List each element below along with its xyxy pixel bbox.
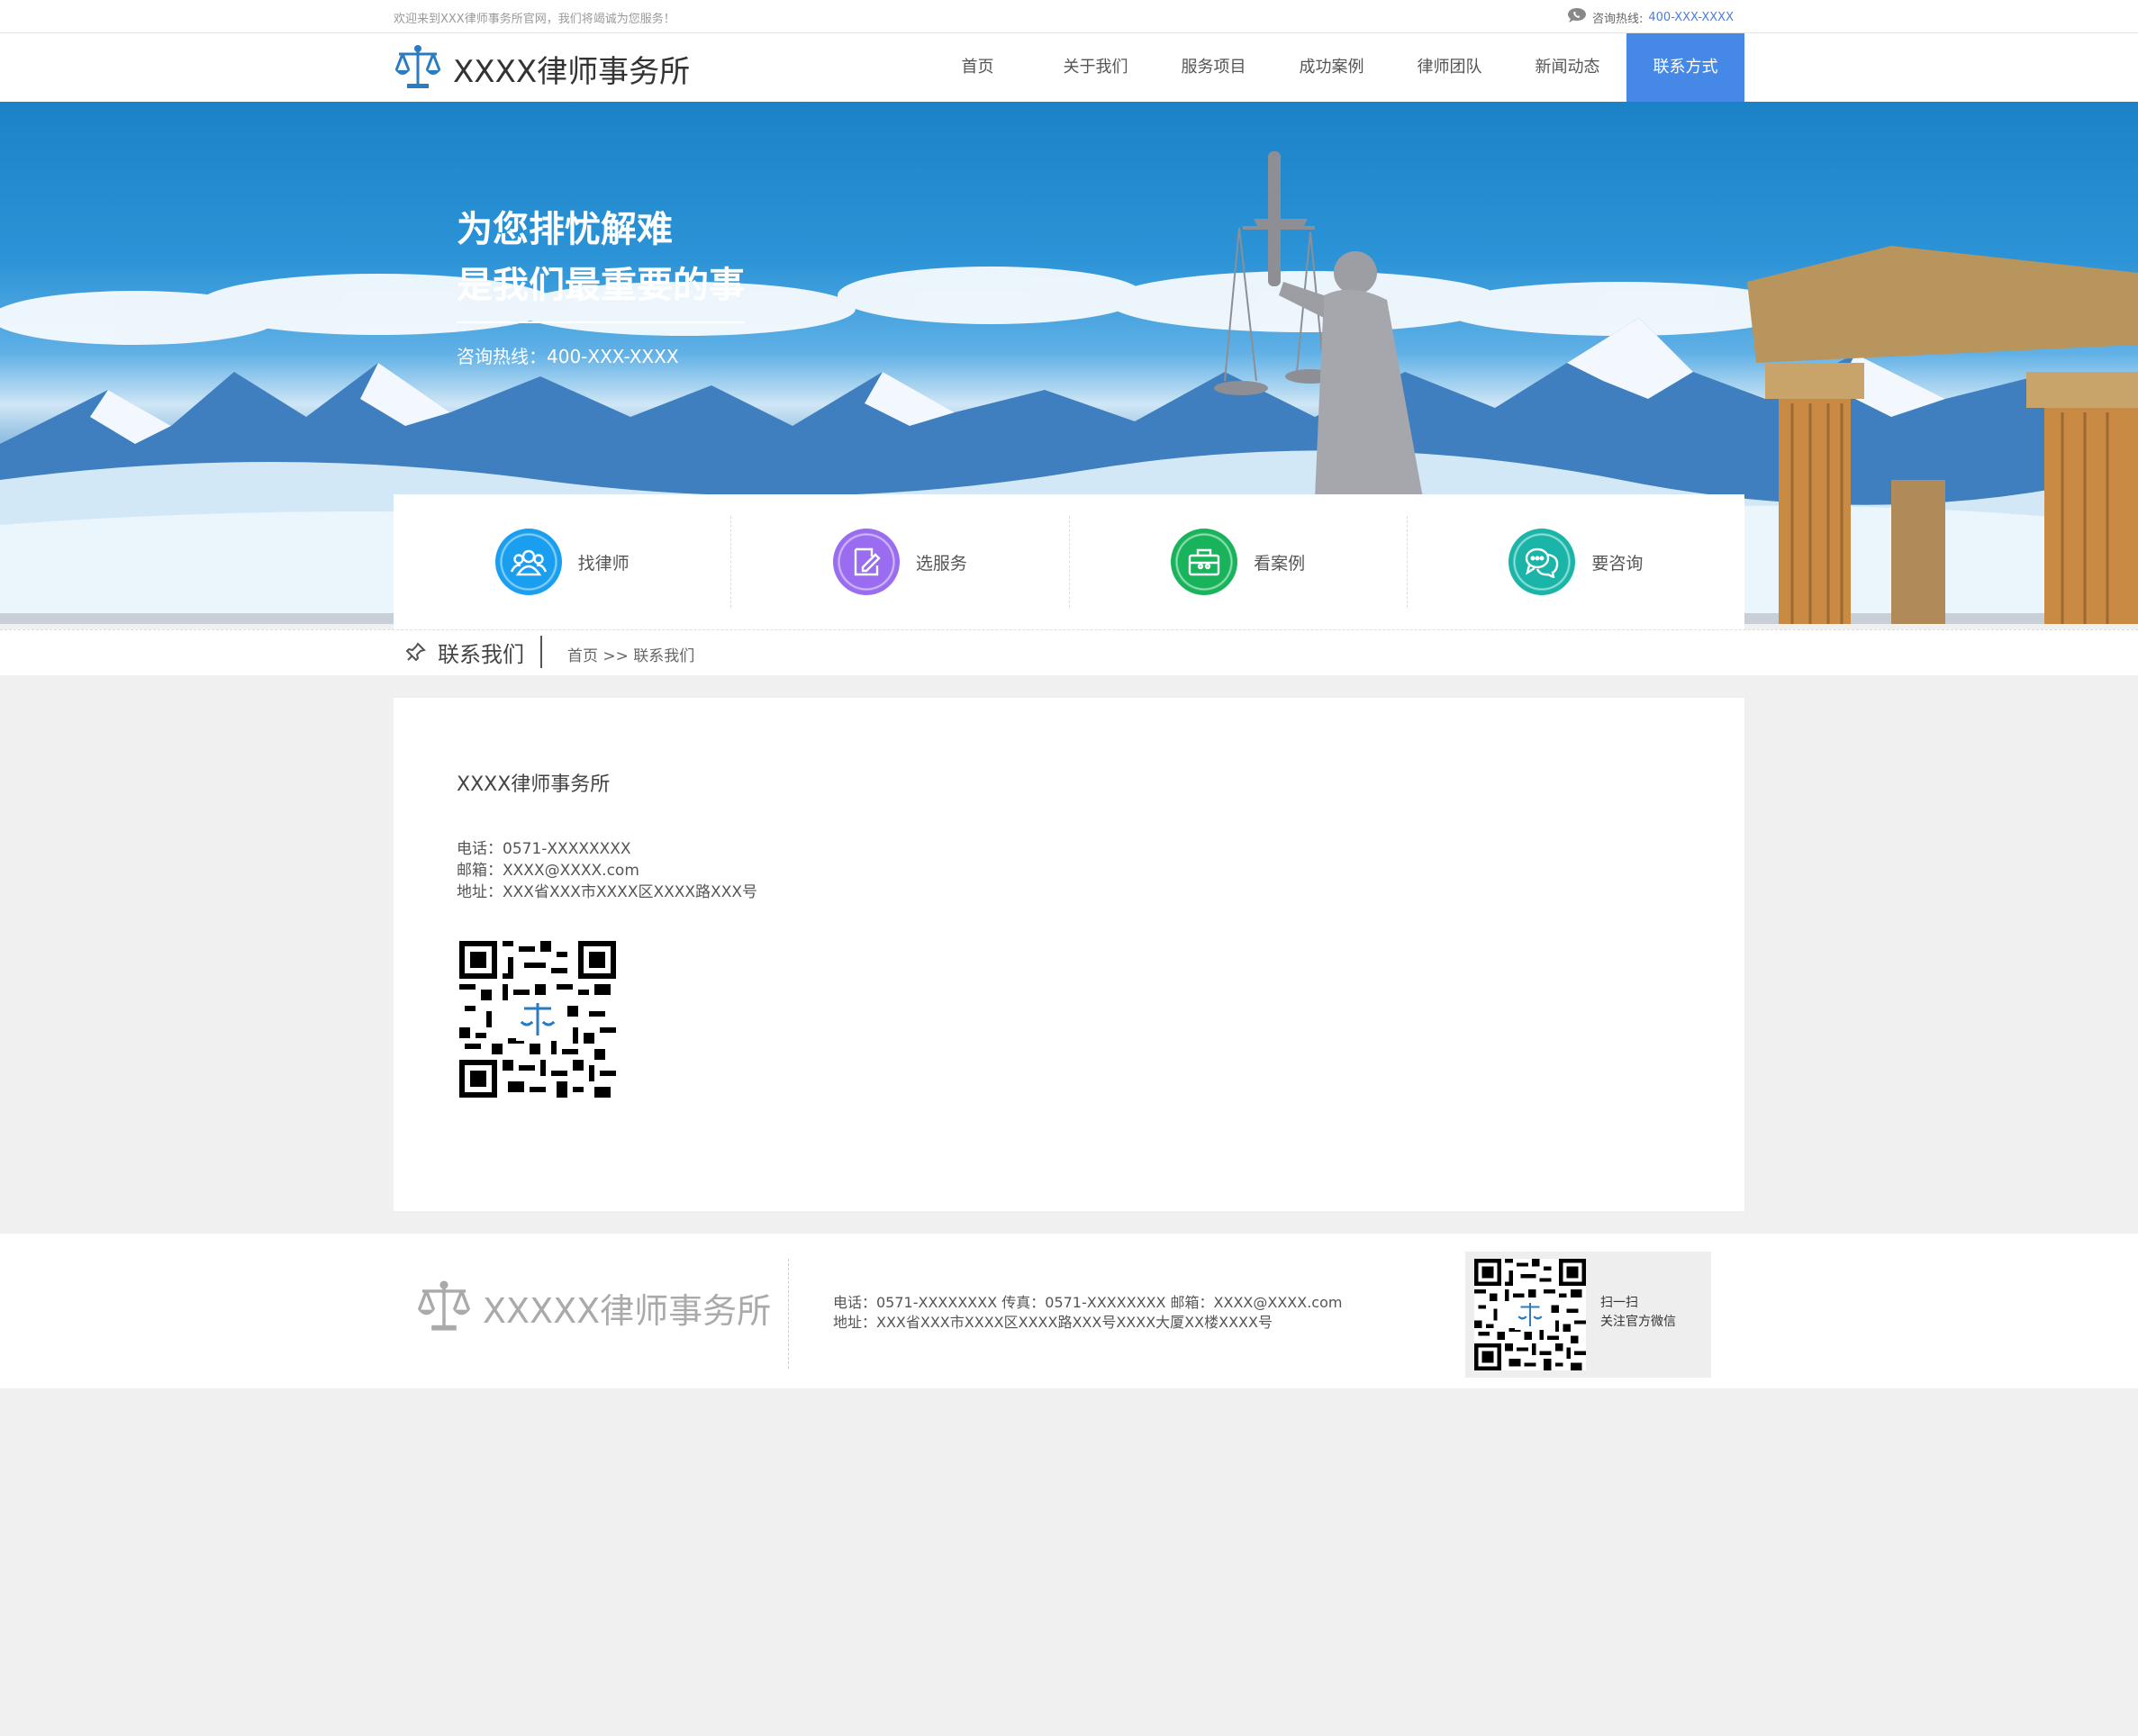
qr-caption-line2: 关注官方微信 — [1600, 1315, 1676, 1329]
users-icon — [494, 529, 562, 595]
quick-link-find-lawyer[interactable]: 找律师 — [394, 516, 732, 608]
firm-name: XXXX律师事务所 — [457, 773, 611, 796]
top-hotline: 咨询热线: 400-XXX-XXXX — [1567, 7, 1734, 27]
welcome-text: 欢迎来到XXX律师事务所官网，我们将竭诚为您服务！ — [394, 13, 675, 26]
quick-link-consult[interactable]: 要咨询 — [1408, 516, 1744, 608]
wechat-qr-code — [459, 941, 616, 1101]
footer-qr-caption: 扫一扫 关注官方微信 — [1600, 1294, 1676, 1332]
contact-email: 邮箱：XXXX@XXXX.com — [457, 862, 639, 880]
section-title: 联系我们 — [405, 636, 542, 668]
contact-phone: 电话：0571-XXXXXXXX — [457, 840, 631, 858]
footer-address-line: 地址：XXX省XXX市XXXX区XXXX路XXX号XXXX大厦XX楼XXXX号 — [833, 1314, 1273, 1331]
qr-caption-line1: 扫一扫 — [1600, 1296, 1638, 1310]
folder-case-icon — [1171, 529, 1238, 595]
quick-links: 找律师 选服务 看案例 要咨询 — [394, 494, 1744, 629]
site-logo[interactable]: XXXX律师事务所 — [394, 43, 690, 94]
footer-wechat-qr-code — [1474, 1259, 1586, 1374]
edit-document-icon — [832, 529, 900, 595]
nav-home[interactable]: 首页 — [919, 33, 1037, 102]
footer-contact-line: 电话：0571-XXXXXXXX 传真：0571-XXXXXXXX 邮箱：XXX… — [833, 1294, 1343, 1311]
nav-services[interactable]: 服务项目 — [1155, 33, 1273, 102]
hotline-number[interactable]: 400-XXX-XXXX — [1648, 11, 1734, 24]
nav-team[interactable]: 律师团队 — [1391, 33, 1508, 102]
top-bar — [0, 0, 2138, 33]
quick-link-label: 找律师 — [577, 553, 630, 574]
section-bar — [0, 629, 2138, 675]
banner-divider — [457, 321, 745, 323]
contact-address: 地址：XXX省XXX市XXXX区XXXX路XXX号 — [457, 883, 757, 901]
quick-link-label: 看案例 — [1254, 553, 1306, 574]
section-title-text: 联系我们 — [438, 641, 524, 667]
main-nav: 首页 关于我们 服务项目 成功案例 律师团队 新闻动态 联系方式 — [919, 33, 1744, 102]
hotline-label: 咨询热线: — [1592, 12, 1644, 26]
breadcrumb[interactable]: 首页 >> 联系我们 — [567, 643, 694, 665]
pushpin-icon — [405, 641, 427, 663]
nav-contact[interactable]: 联系方式 — [1626, 33, 1744, 102]
scales-of-justice-icon — [394, 43, 442, 94]
nav-about[interactable]: 关于我们 — [1037, 33, 1155, 102]
nav-news[interactable]: 新闻动态 — [1508, 33, 1626, 102]
nav-cases[interactable]: 成功案例 — [1273, 33, 1391, 102]
logo-text: XXXX律师事务所 — [453, 53, 691, 90]
quick-link-label: 要咨询 — [1591, 553, 1644, 574]
quick-link-label: 选服务 — [915, 553, 967, 574]
phone-bubble-icon — [1567, 7, 1587, 27]
footer-logo-text: XXXXX律师事务所 — [483, 1290, 772, 1331]
banner-slogan-line2: 是我们最重要的事 — [457, 265, 745, 306]
scales-of-justice-icon — [416, 1279, 472, 1336]
banner-slogan-line1: 为您排忧解难 — [457, 209, 673, 250]
quick-link-view-cases[interactable]: 看案例 — [1070, 516, 1408, 608]
chat-bubbles-icon — [1508, 529, 1576, 595]
banner-hotline: 咨询热线：400-XXX-XXXX — [457, 346, 679, 367]
quick-link-select-service[interactable]: 选服务 — [731, 516, 1070, 608]
footer-divider — [788, 1259, 789, 1369]
footer-logo[interactable]: XXXXX律师事务所 — [416, 1279, 771, 1336]
